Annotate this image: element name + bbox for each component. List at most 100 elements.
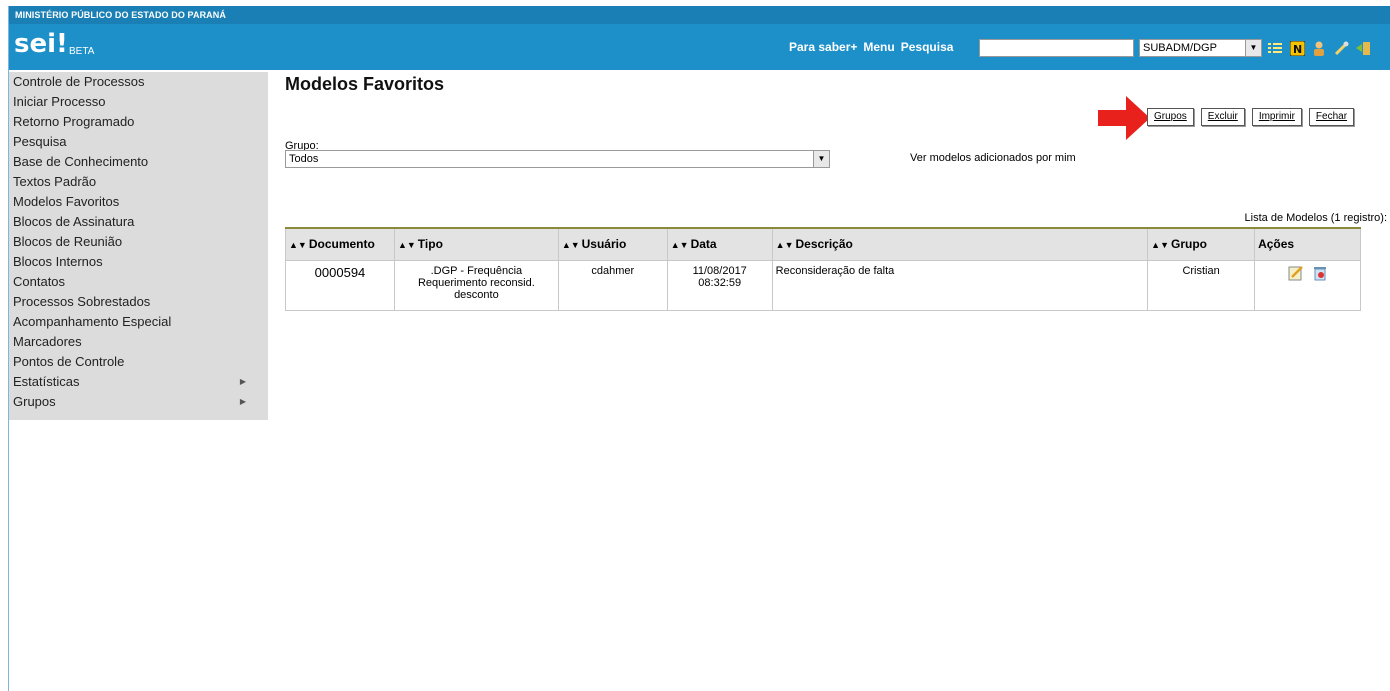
unit-select[interactable]: SUBADM/DGP ▼ [1139,39,1262,57]
sidebar-item-retorno-programado[interactable]: Retorno Programado [9,112,268,132]
svg-text:N: N [1293,43,1302,56]
org-title: MINISTÉRIO PÚBLICO DO ESTADO DO PARANÁ [9,6,1390,24]
col-usuario[interactable]: ▲▼ Usuário [557,227,668,261]
sidebar-item-pesquisa[interactable]: Pesquisa [9,132,268,152]
sidebar-item-label: Retorno Programado [13,114,135,129]
sidebar-item-label: Controle de Processos [13,74,145,89]
cell-data: 11/08/2017 08:32:59 [666,259,773,311]
exit-icon[interactable] [1355,40,1371,56]
tools-icon[interactable] [1333,40,1349,56]
sei-logo[interactable]: sei! [14,29,68,59]
chevron-right-icon: ▶ [239,397,246,406]
chevron-down-icon[interactable]: ▼ [1245,40,1261,56]
col-descricao[interactable]: ▲▼ Descrição [771,227,1149,261]
action-buttons: Grupos Excluir Imprimir Fechar [1147,108,1355,126]
col-label: Documento [308,237,375,252]
sort-icon: ▲▼ [397,240,416,251]
col-label: Grupo [1170,237,1207,252]
sort-icon: ▲▼ [670,240,689,251]
sidebar-item-label: Blocos de Assinatura [13,214,135,229]
sidebar-menu: Controle de Processos Iniciar Processo R… [9,72,268,420]
logo-text: sei [14,29,57,59]
fechar-button[interactable]: Fechar [1308,108,1355,126]
col-label: Usuário [581,237,627,252]
chevron-right-icon: ▶ [239,377,246,386]
col-data[interactable]: ▲▼ Data [666,227,773,261]
sidebar-item-label: Textos Padrão [13,174,97,189]
user-icon[interactable] [1311,40,1327,56]
unit-select-value: SUBADM/DGP [1143,42,1217,54]
sidebar-item-processos-sobrestados[interactable]: Processos Sobrestados [9,292,268,312]
sidebar-item-controle-processos[interactable]: Controle de Processos [9,72,268,92]
sidebar-item-acompanhamento-especial[interactable]: Acompanhamento Especial [9,312,268,332]
sidebar-item-label: Blocos de Reunião [13,234,123,249]
sidebar-item-label: Processos Sobrestados [13,294,151,309]
ver-modelos-link[interactable]: Ver modelos adicionados por mim [910,152,1076,164]
sort-icon: ▲▼ [561,240,580,251]
sidebar-item-blocos-internos[interactable]: Blocos Internos [9,252,268,272]
col-acoes: Ações [1254,227,1361,261]
sidebar-item-grupos[interactable]: Grupos ▶ [9,392,268,412]
sidebar-item-blocos-assinatura[interactable]: Blocos de Assinatura [9,212,268,232]
cell-tipo: .DGP - Frequência Requerimento reconsid.… [393,259,559,311]
col-label: Descrição [795,237,853,252]
cell-data-time: 08:32:59 [698,276,742,289]
sidebar-item-marcadores[interactable]: Marcadores [9,332,268,352]
chevron-down-icon[interactable]: ▼ [813,151,829,167]
header-links: Para saber+ Menu Pesquisa [789,40,953,54]
sort-icon: ▲▼ [775,240,794,251]
col-label: Tipo [417,237,443,252]
table-row: 0000594 .DGP - Frequência Requerimento r… [285,259,1361,311]
col-documento[interactable]: ▲▼ Documento [285,227,395,261]
remove-icon[interactable] [1312,265,1328,284]
sidebar-item-modelos-favoritos[interactable]: Modelos Favoritos [9,192,268,212]
sort-icon: ▲▼ [289,240,307,251]
cell-data-date: 11/08/2017 [692,264,747,277]
sidebar-item-label: Grupos [13,394,56,409]
sidebar-item-textos-padrao[interactable]: Textos Padrão [9,172,268,192]
sidebar-item-base-conhecimento[interactable]: Base de Conhecimento [9,152,268,172]
menu-link[interactable]: Menu [863,40,894,54]
list-icon[interactable] [1267,40,1283,56]
beta-badge: BETA [69,46,95,57]
group-select-value: Todos [289,153,319,165]
search-input[interactable] [979,39,1134,57]
models-table: ▲▼ Documento ▲▼ Tipo ▲▼ Usuário ▲▼ Data ▲▼ De… [285,227,1361,311]
sidebar-item-label: Acompanhamento Especial [13,314,172,329]
sidebar-item-label: Blocos Internos [13,254,103,269]
cell-usuario: cdahmer [557,259,668,311]
sidebar-item-pontos-controle[interactable]: Pontos de Controle [9,352,268,372]
sidebar-item-blocos-reuniao[interactable]: Blocos de Reunião [9,232,268,252]
group-select[interactable]: Todos ▼ [285,150,830,168]
sidebar-item-label: Estatísticas [13,374,80,389]
edit-icon[interactable] [1288,265,1304,284]
app-header: sei! BETA Para saber+ Menu Pesquisa SUBA… [9,24,1390,70]
header-icons: N [1267,40,1371,56]
col-tipo[interactable]: ▲▼ Tipo [393,227,559,261]
notification-icon[interactable]: N [1289,40,1305,56]
cell-grupo: Cristian [1147,259,1256,311]
sidebar-item-label: Modelos Favoritos [13,194,120,209]
imprimir-button[interactable]: Imprimir [1251,108,1302,126]
col-grupo[interactable]: ▲▼ Grupo [1147,227,1256,261]
para-saber-link[interactable]: Para saber+ [789,40,857,54]
excluir-button[interactable]: Excluir [1200,108,1245,126]
sidebar-item-label: Pesquisa [13,134,67,149]
cell-documento[interactable]: 0000594 [285,259,395,311]
sidebar-item-contatos[interactable]: Contatos [9,272,268,292]
list-caption: Lista de Modelos (1 registro): [1244,212,1387,224]
pesquisa-link[interactable]: Pesquisa [901,40,954,54]
cell-acoes [1254,259,1361,311]
col-label: Data [690,237,717,252]
sort-icon: ▲▼ [1151,240,1169,251]
sidebar-item-label: Marcadores [13,334,82,349]
logo-excl: ! [56,29,68,59]
red-arrow-icon [1098,96,1150,140]
sidebar-item-label: Iniciar Processo [13,94,106,109]
table-header-row: ▲▼ Documento ▲▼ Tipo ▲▼ Usuário ▲▼ Data ▲▼ De… [285,227,1361,261]
col-label: Ações [1258,237,1295,252]
grupos-button[interactable]: Grupos [1147,108,1194,126]
sidebar-item-iniciar-processo[interactable]: Iniciar Processo [9,92,268,112]
cell-descricao: Reconsideração de falta [771,259,1149,311]
sidebar-item-estatisticas[interactable]: Estatísticas ▶ [9,372,268,392]
